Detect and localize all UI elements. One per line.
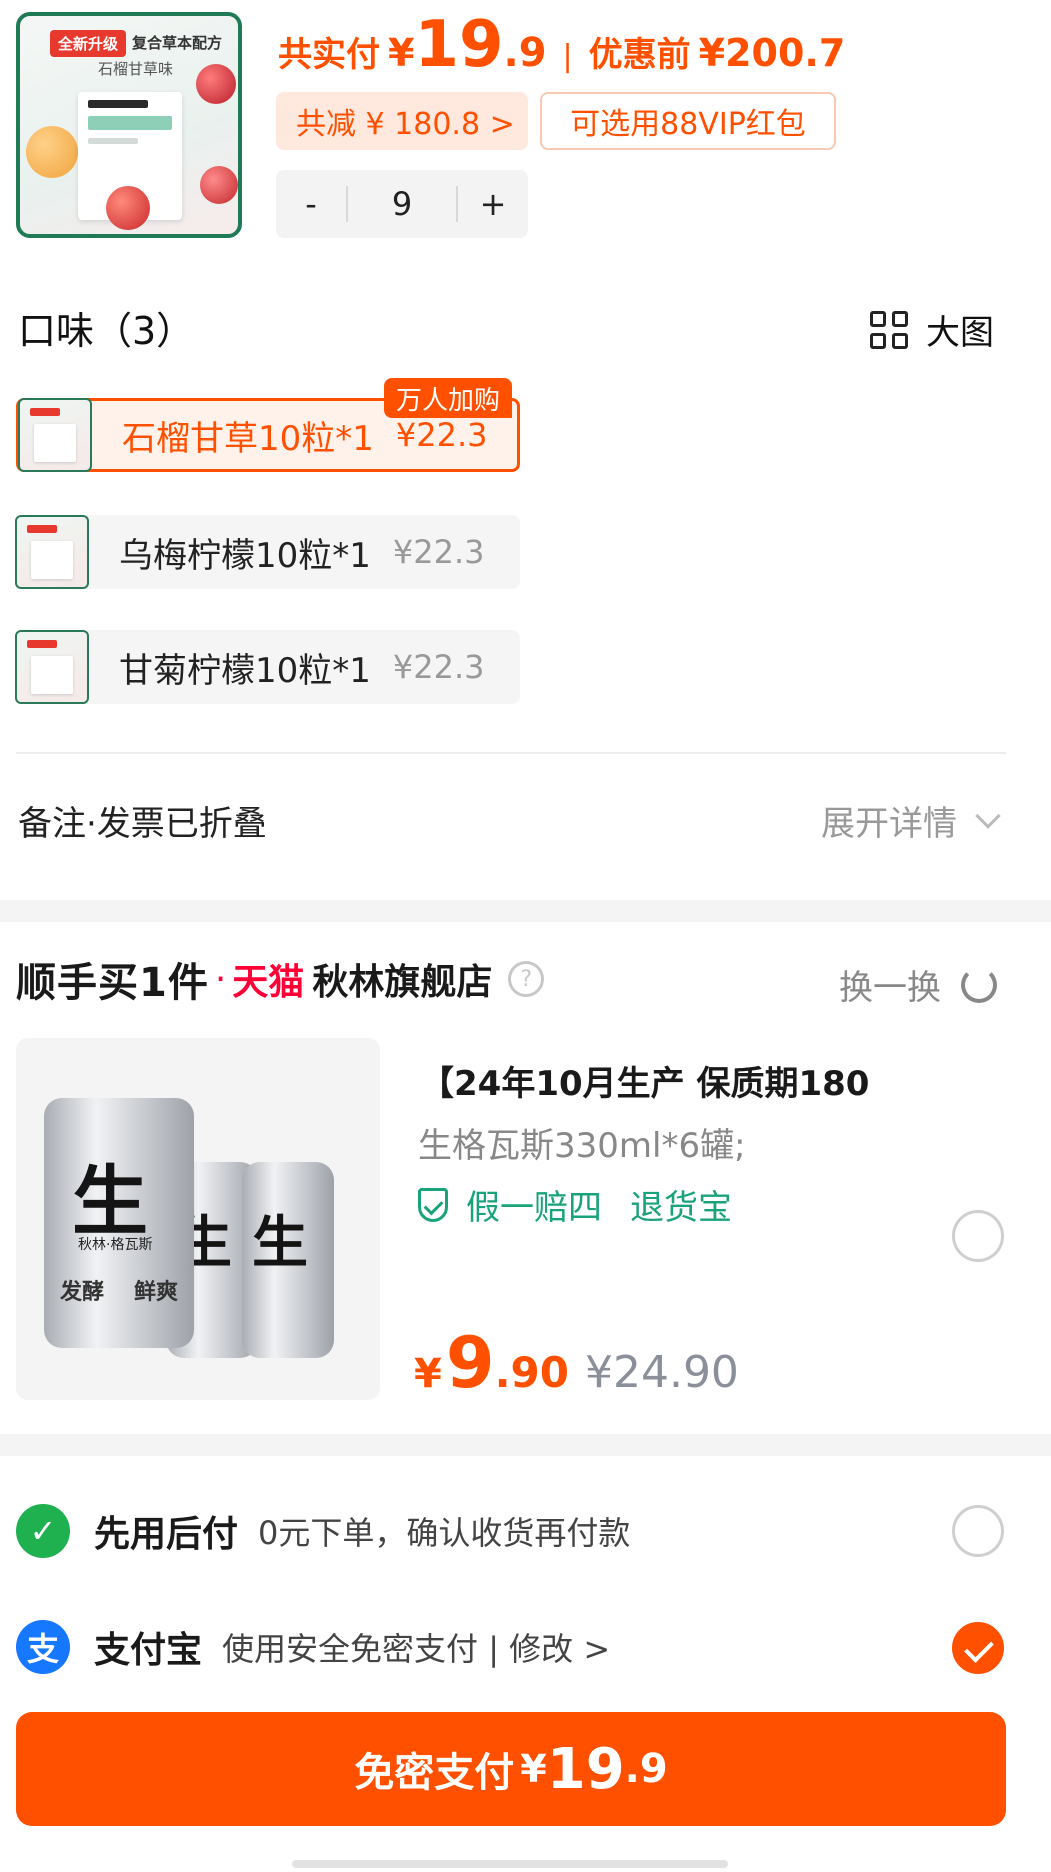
discount-detail-button[interactable]: 共减 ¥ 180.8 > (276, 92, 528, 150)
addon-title: 顺手买1件 (16, 960, 209, 1006)
paid-amount-integer: 19 (414, 8, 504, 82)
fruit-graphic (106, 186, 150, 230)
thumb-line-2: 石榴甘草味 (98, 60, 174, 78)
quantity-stepper: - 9 + (276, 170, 528, 238)
addon-product-image[interactable]: 生 生 生 秋林·格瓦斯 发酵 鲜爽 (16, 1038, 380, 1400)
total-price-line: 共实付 ¥ 19 .9 | 优惠前 ¥200.7 (278, 8, 845, 88)
paid-amount-decimal: .9 (503, 30, 547, 76)
addon-price-currency: ¥ (414, 1351, 442, 1397)
flavor-option-name: 石榴甘草10粒*1 (122, 418, 374, 459)
home-indicator[interactable] (292, 1860, 728, 1868)
can-graphic: 生 秋林·格瓦斯 发酵 鲜爽 (44, 1098, 194, 1348)
grid-view-icon (870, 310, 908, 349)
expand-details-button[interactable]: 展开详情 (821, 796, 1001, 845)
quantity-increase-button[interactable]: + (458, 185, 528, 223)
addon-product-title[interactable]: 【24年10月生产 保质期180 (420, 1056, 869, 1105)
flavor-thumbnail (18, 398, 92, 472)
fruit-graphic (200, 166, 238, 204)
thumb-line-1: 复合草本配方 (132, 34, 223, 52)
section-gap (0, 1434, 1051, 1456)
payment-description: 0元下单，确认收货再付款 (258, 1514, 631, 1552)
pay-button-currency: ¥ (520, 1747, 547, 1791)
big-image-toggle[interactable]: 大图 (870, 305, 994, 354)
can-graphic: 生 (242, 1162, 334, 1358)
product-thumbnail[interactable]: 全新升级 复合草本配方 石榴甘草味 (16, 12, 242, 238)
flavor-option-price: ¥22.3 (392, 533, 485, 571)
popular-badge: 万人加购 (384, 378, 513, 418)
pay-button-label: 免密支付 (354, 1750, 515, 1796)
guarantee-row: 假一赔四 退货宝 (418, 1180, 732, 1229)
swap-product-button[interactable]: 换一换 (839, 960, 997, 1009)
pay-button-amount-decimal: .9 (624, 1746, 668, 1792)
alipay-radio[interactable] (952, 1622, 1004, 1674)
payment-title: 支付宝 (94, 1630, 203, 1671)
thumb-upgrade-tag: 全新升级 (50, 30, 127, 57)
guarantee-fake-compensation: 假一赔四 (466, 1188, 602, 1228)
quantity-value[interactable]: 9 (348, 185, 456, 223)
flavor-option-price: ¥22.3 (395, 416, 488, 454)
flavor-option-price: ¥22.3 (392, 648, 485, 686)
addon-section-header: 顺手买1件 · 天猫 秋林旗舰店 ? (16, 950, 545, 1008)
flavor-thumbnail (15, 515, 89, 589)
addon-select-radio[interactable] (952, 1210, 1004, 1262)
addon-product-spec: 生格瓦斯330ml*6罐; (418, 1126, 746, 1166)
pay-later-icon: ✓ (16, 1504, 70, 1558)
tmall-logo: 天猫 (232, 962, 305, 1003)
paid-currency: ¥ (388, 31, 415, 75)
before-discount-label: 优惠前 (588, 35, 691, 75)
shield-check-icon (418, 1187, 448, 1222)
flavor-thumbnail (15, 630, 89, 704)
chevron-down-icon (975, 802, 1001, 829)
before-discount-value: ¥200.7 (698, 31, 846, 75)
addon-price-decimal: .90 (494, 1348, 569, 1397)
payment-description: 使用安全免密支付 | 修改 > (222, 1630, 611, 1668)
price-separator: | (562, 39, 573, 74)
quantity-decrease-button[interactable]: - (276, 185, 346, 223)
pay-button[interactable]: 免密支付 ¥ 19 .9 (16, 1712, 1006, 1826)
alipay-icon: 支 (16, 1620, 70, 1674)
pay-button-amount-integer: 19 (546, 1736, 625, 1802)
flavor-option-chamomile-lemon[interactable]: 甘菊柠檬10粒*1 ¥22.3 (15, 630, 520, 704)
fruit-graphic (196, 64, 236, 104)
section-divider (16, 752, 1006, 754)
expand-details-label: 展开详情 (821, 804, 957, 844)
swap-label: 换一换 (839, 968, 941, 1008)
refresh-icon (961, 966, 997, 1003)
payment-title: 先用后付 (94, 1514, 239, 1555)
addon-price: ¥ 9 .90 ¥24.90 (414, 1322, 739, 1404)
section-gap (0, 900, 1051, 922)
remark-invoice-label: 备注·发票已折叠 (18, 804, 267, 844)
addon-dot: · (214, 958, 227, 1000)
addon-original-price: ¥24.90 (584, 1347, 739, 1398)
flavor-option-name: 甘菊柠檬10粒*1 (119, 650, 371, 691)
flavor-option-plum-lemon[interactable]: 乌梅柠檬10粒*1 ¥22.3 (15, 515, 520, 589)
big-image-label: 大图 (926, 313, 994, 353)
flavor-option-name: 乌梅柠檬10粒*1 (119, 535, 371, 576)
guarantee-return-insurance: 退货宝 (630, 1188, 732, 1228)
addon-price-integer: 9 (445, 1322, 495, 1404)
fruit-graphic (26, 126, 78, 178)
paid-label: 共实付 (278, 35, 380, 75)
payment-option-alipay[interactable]: 支 支付宝 使用安全免密支付 | 修改 > (16, 1620, 610, 1674)
store-name: 秋林旗舰店 (312, 962, 493, 1003)
pay-later-radio[interactable] (952, 1505, 1004, 1557)
payment-option-pay-later[interactable]: ✓ 先用后付 0元下单，确认收货再付款 (16, 1504, 630, 1558)
flavor-section-title: 口味（3） (18, 309, 195, 353)
vip-redpacket-button[interactable]: 可选用88VIP红包 (540, 92, 836, 150)
help-icon[interactable]: ? (508, 961, 545, 997)
